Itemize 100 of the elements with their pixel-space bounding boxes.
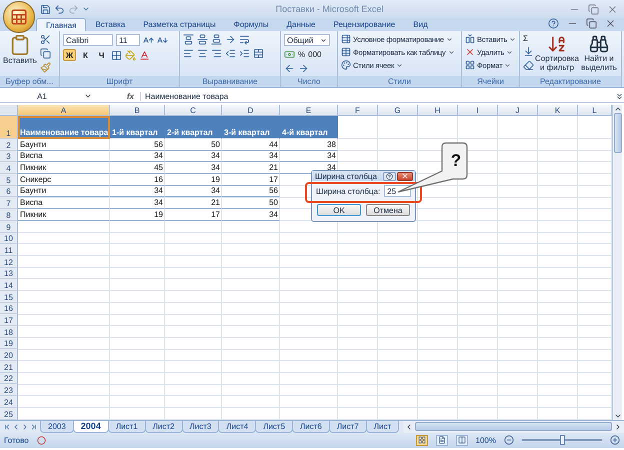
borders-icon[interactable] bbox=[111, 50, 122, 60]
cancel-button[interactable]: Отмена bbox=[366, 204, 410, 216]
column-header[interactable]: L bbox=[578, 105, 612, 116]
format-grid-icon[interactable] bbox=[465, 60, 475, 70]
ribbon-tab[interactable]: Вставка bbox=[86, 18, 134, 31]
column-header[interactable]: H bbox=[418, 105, 458, 116]
row-header[interactable]: 18 bbox=[0, 326, 18, 338]
row-header[interactable]: 15 bbox=[0, 290, 18, 303]
zoom-out-icon[interactable] bbox=[504, 435, 514, 445]
indent-decrease-icon[interactable] bbox=[225, 48, 236, 59]
column-header[interactable]: D bbox=[222, 105, 280, 116]
row-header[interactable]: 17 bbox=[0, 314, 18, 326]
sheet-tab[interactable]: Лист5 bbox=[255, 420, 294, 432]
merge-cells-icon[interactable] bbox=[253, 48, 264, 59]
save-icon[interactable] bbox=[40, 4, 51, 14]
column-header[interactable]: I bbox=[458, 105, 498, 116]
last-sheet-icon[interactable] bbox=[30, 422, 38, 430]
binoculars-icon[interactable] bbox=[589, 34, 609, 54]
column-header[interactable]: A bbox=[18, 105, 110, 116]
row-header[interactable]: 11 bbox=[0, 244, 18, 256]
row-header[interactable]: 10 bbox=[0, 232, 18, 244]
font-size-field[interactable]: 11 bbox=[116, 34, 140, 46]
scroll-up-icon[interactable] bbox=[614, 105, 622, 113]
dropdown-icon[interactable] bbox=[84, 92, 92, 100]
fill-icon[interactable] bbox=[523, 46, 534, 57]
scroll-thumb[interactable] bbox=[415, 422, 612, 431]
row-header[interactable]: 23 bbox=[0, 384, 18, 396]
format-button[interactable]: Ч bbox=[95, 49, 108, 61]
align-middle-icon[interactable] bbox=[197, 34, 208, 45]
row-header[interactable]: 8 bbox=[0, 209, 18, 221]
sheet-tab[interactable]: 2003 bbox=[40, 420, 74, 432]
grow-font-icon[interactable] bbox=[143, 34, 154, 46]
ribbon-tab[interactable]: Формулы bbox=[224, 18, 278, 31]
wrap-text-icon[interactable] bbox=[239, 34, 250, 45]
align-bottom-icon[interactable] bbox=[211, 34, 222, 45]
column-header[interactable]: B bbox=[110, 105, 165, 116]
sort-filter-icon[interactable] bbox=[547, 34, 567, 54]
restore-icon[interactable] bbox=[588, 4, 599, 14]
ribbon-tab[interactable]: Главная bbox=[36, 18, 86, 31]
font-color-icon[interactable] bbox=[139, 50, 150, 60]
insert-cells-icon[interactable] bbox=[465, 34, 475, 44]
sheet-tab[interactable]: Лист2 bbox=[144, 420, 183, 432]
fill-color-icon[interactable] bbox=[125, 50, 136, 60]
close-icon[interactable] bbox=[607, 4, 618, 14]
row-header[interactable]: 21 bbox=[0, 361, 18, 373]
row-header[interactable]: 4 bbox=[0, 162, 18, 174]
row-header[interactable]: 25 bbox=[0, 408, 18, 420]
row-header[interactable]: 20 bbox=[0, 349, 18, 362]
format-button[interactable]: К bbox=[79, 49, 92, 61]
sheet-tab[interactable]: Лист1 bbox=[108, 420, 146, 432]
column-header[interactable]: F bbox=[338, 105, 378, 116]
expand-icon[interactable] bbox=[615, 92, 624, 100]
align-center-icon[interactable] bbox=[197, 48, 208, 59]
align-top-icon[interactable] bbox=[183, 34, 194, 45]
row-header[interactable]: 16 bbox=[0, 302, 18, 314]
format-button[interactable]: Ж bbox=[63, 49, 76, 61]
indent-increase-icon[interactable] bbox=[239, 48, 250, 59]
delete-icon[interactable] bbox=[465, 47, 475, 57]
ribbon-tab[interactable]: Вид bbox=[404, 18, 437, 31]
number-style-button[interactable]: % bbox=[298, 50, 306, 59]
eraser-icon[interactable] bbox=[523, 60, 534, 71]
row-header[interactable]: 14 bbox=[0, 279, 18, 291]
currency-icon[interactable] bbox=[284, 49, 295, 60]
row-header[interactable]: 9 bbox=[0, 220, 18, 232]
formula-field[interactable]: Наименование товара bbox=[140, 92, 615, 100]
column-header[interactable]: K bbox=[538, 105, 578, 116]
name-box[interactable]: A1 bbox=[0, 90, 84, 102]
row-header[interactable]: 13 bbox=[0, 268, 18, 280]
align-right-icon[interactable] bbox=[211, 48, 222, 59]
ok-button[interactable]: OK bbox=[317, 204, 361, 216]
scroll-right-icon[interactable] bbox=[614, 422, 622, 430]
row-header[interactable]: 5 bbox=[0, 174, 18, 186]
paintbrush-icon[interactable] bbox=[40, 62, 51, 73]
help-button[interactable] bbox=[383, 172, 396, 180]
row-header[interactable]: 7 bbox=[0, 197, 18, 210]
zoom-slider-thumb[interactable] bbox=[560, 435, 565, 445]
undo-icon[interactable] bbox=[54, 4, 65, 14]
number-style-button[interactable]: 000 bbox=[308, 50, 322, 59]
row-header[interactable]: 1 bbox=[0, 116, 18, 139]
sort-filter-button[interactable]: Сортировка и фильтр bbox=[537, 34, 577, 75]
font-field[interactable]: Calibri bbox=[63, 34, 113, 46]
customize-icon[interactable] bbox=[82, 5, 90, 13]
palette-icon[interactable] bbox=[341, 60, 351, 70]
row-header[interactable]: 2 bbox=[0, 139, 18, 151]
first-sheet-icon[interactable] bbox=[3, 422, 11, 430]
close-button[interactable] bbox=[397, 172, 413, 180]
number-format-field[interactable]: Общий bbox=[284, 34, 330, 46]
copy-icon[interactable] bbox=[40, 48, 51, 59]
column-header[interactable]: E bbox=[280, 105, 338, 116]
sheet-tab[interactable]: Лист6 bbox=[292, 420, 330, 432]
sheet-tab[interactable]: Лист bbox=[366, 420, 400, 432]
close-icon[interactable] bbox=[605, 18, 616, 29]
help-icon[interactable] bbox=[386, 172, 393, 180]
row-header[interactable]: 19 bbox=[0, 338, 18, 350]
ribbon-tab[interactable]: Разметка страницы bbox=[134, 18, 225, 31]
close-icon[interactable] bbox=[401, 172, 409, 180]
zoom-level[interactable]: 100% bbox=[476, 436, 496, 444]
column-header[interactable]: G bbox=[378, 105, 418, 116]
paste-button[interactable]: Вставить bbox=[3, 34, 37, 75]
scroll-thumb[interactable] bbox=[614, 113, 622, 153]
